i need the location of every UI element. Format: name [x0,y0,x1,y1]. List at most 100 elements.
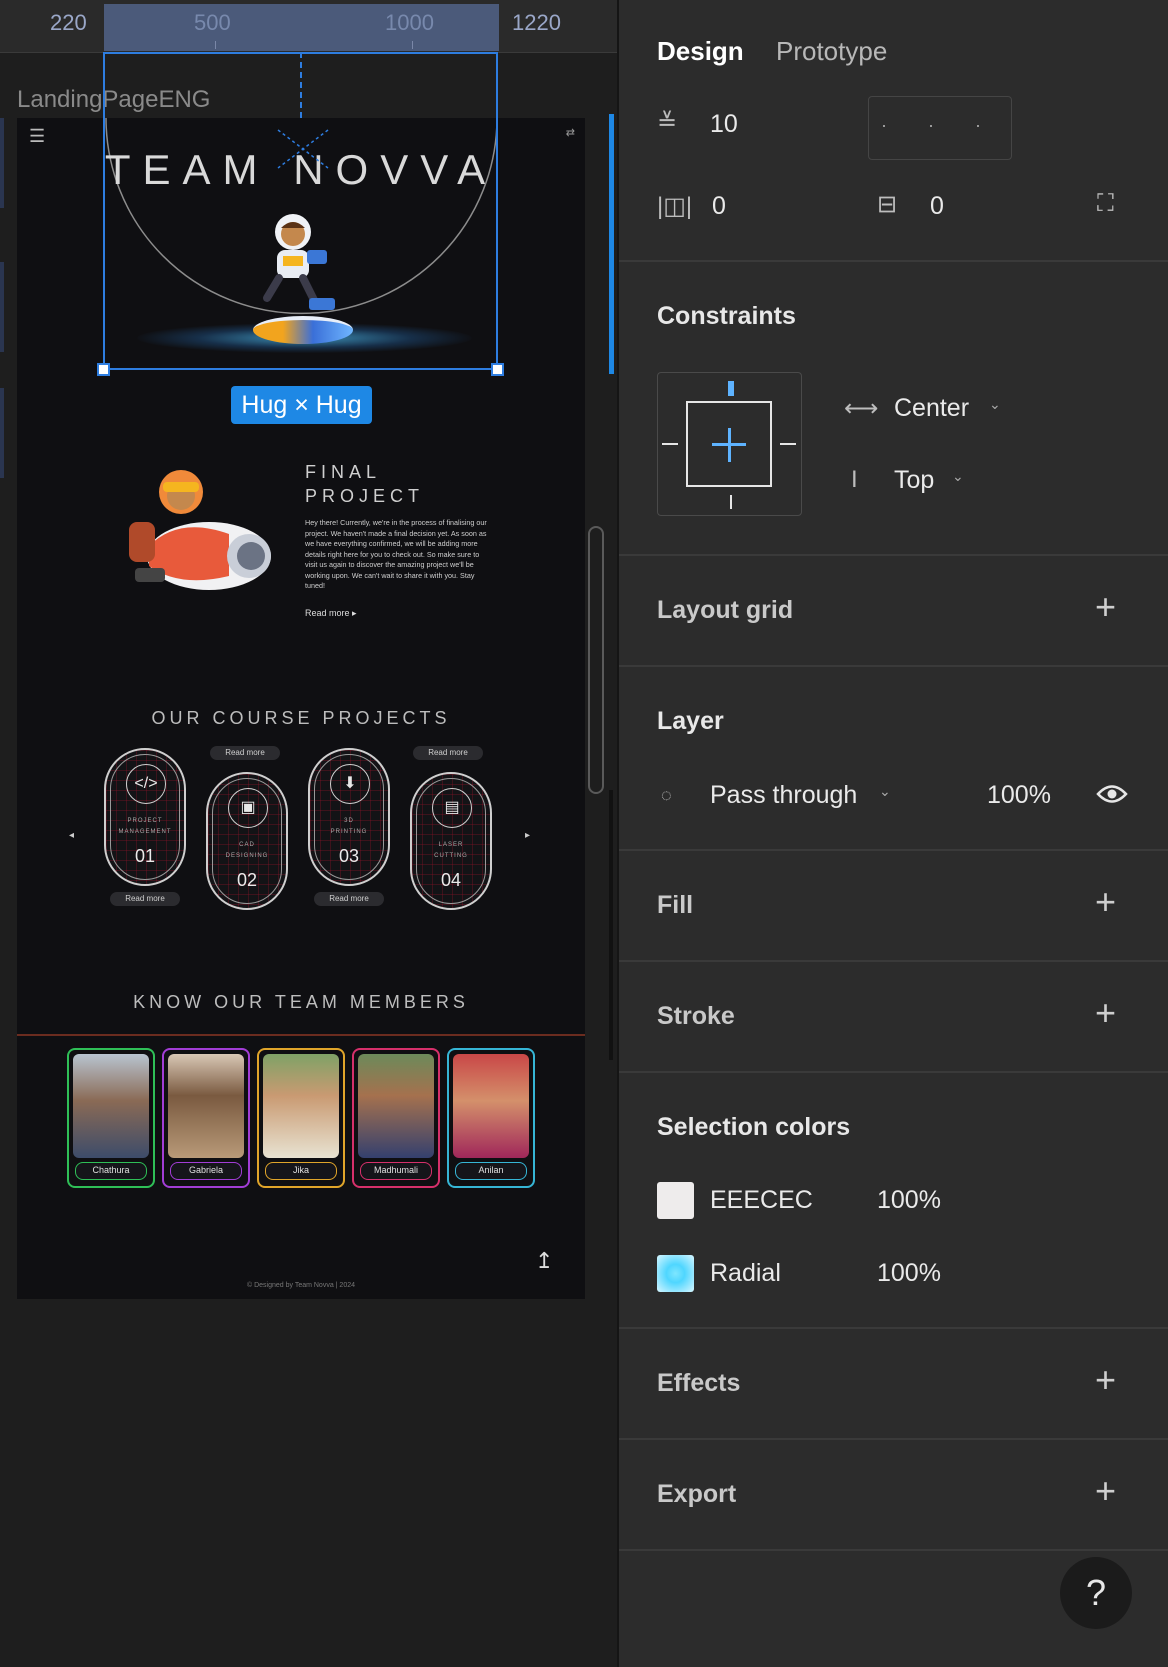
carousel-next-icon[interactable]: ▸ [525,830,530,841]
color-name[interactable]: EEECEC [710,1186,813,1215]
read-more-button[interactable]: Read more [314,892,384,906]
course-label-line: LASER [438,842,464,848]
course-label-line: 3D [344,818,354,824]
read-more-button[interactable]: Read more [210,746,280,760]
resize-icon[interactable]: ⛶ [1097,190,1114,218]
constraint-top-bar[interactable] [728,381,734,396]
course-card[interactable]: ▤ LASER CUTTING 04 [410,772,492,910]
member-name: Jika [265,1162,337,1180]
constraint-center-v[interactable] [728,428,731,462]
horizontal-padding-icon: |◫| [657,193,693,220]
color-opacity[interactable]: 100% [877,1259,941,1288]
code-icon: </> [126,764,166,804]
team-member-card[interactable]: Chathura [67,1048,155,1188]
color-name[interactable]: Radial [710,1259,781,1288]
team-member-card[interactable]: Madhumali [352,1048,440,1188]
member-photo [168,1054,244,1158]
add-effect-icon[interactable]: + [1095,1359,1116,1401]
scroll-top-icon[interactable]: ↥ [535,1248,553,1274]
course-label: PROJECT MANAGEMENT [106,816,184,838]
course-card[interactable]: ⬇ 3D PRINTING 03 [308,748,390,886]
menu-icon[interactable]: ☰ [29,126,45,147]
course-number: 01 [134,846,156,866]
layer-opacity-input[interactable]: 100% [987,781,1051,810]
course-label-line: CAD [239,842,255,848]
section-title: Constraints [657,302,796,330]
ruler-tick [412,41,413,49]
spacing-icon: ≚ [657,109,678,136]
rocket-character-image [129,470,271,590]
ruler-mark: 1000 [385,10,434,35]
visibility-eye-icon[interactable] [1096,783,1128,805]
course-number: 04 [440,870,462,890]
fill-section: Fill + [619,851,1168,962]
vertical-padding-input[interactable]: 0 [930,192,944,221]
team-member-card[interactable]: Jika [257,1048,345,1188]
course-label: LASER CUTTING [412,840,490,862]
size-hug-badge: Hug × Hug [231,386,372,424]
ruler-mark: 500 [194,10,231,35]
resize-handle-bottom-right[interactable] [491,363,504,376]
resize-handle-bottom-left[interactable] [97,363,110,376]
chevron-down-icon[interactable]: ⌄ [879,783,891,800]
course-number: 02 [236,870,258,890]
color-swatch-eeecec[interactable] [657,1182,694,1219]
carousel-prev-icon[interactable]: ◂ [69,830,74,841]
team-members-title: KNOW OUR TEAM MEMBERS [133,992,469,1012]
horizontal-constraint-select[interactable]: Center [894,394,969,423]
add-export-icon[interactable]: + [1095,1470,1116,1512]
add-layout-grid-icon[interactable]: + [1095,586,1116,628]
vertical-constraint-select[interactable]: Top [894,466,934,495]
add-stroke-icon[interactable]: + [1095,992,1116,1034]
blend-mode-icon: ◌ [661,785,672,805]
constraints-section: Constraints ⟷ Center ⌄ I Top ⌄ [619,262,1168,556]
constraint-widget[interactable] [657,372,802,516]
vertical-constraint-icon: I [851,466,858,493]
section-title: Selection colors [657,1113,851,1141]
selection-bounds[interactable] [103,52,498,370]
member-name: Gabriela [170,1162,242,1180]
read-more-button[interactable]: Read more [413,746,483,760]
horizontal-padding-input[interactable]: 0 [712,192,726,221]
add-fill-icon[interactable]: + [1095,881,1116,923]
course-label-line: CUTTING [434,853,468,859]
team-member-card[interactable]: Gabriela [162,1048,250,1188]
help-button[interactable]: ? [1060,1557,1132,1629]
member-name: Anilan [455,1162,527,1180]
vertical-ruler-ticks [0,118,4,478]
course-number: 03 [338,846,360,866]
member-photo [73,1054,149,1158]
translate-icon[interactable]: ⇄ [566,126,575,139]
course-card[interactable]: ▣ CAD DESIGNING 02 [206,772,288,910]
color-swatch-radial[interactable] [657,1255,694,1292]
constraint-bottom-bar[interactable] [730,495,732,509]
effects-section: Effects + [619,1329,1168,1440]
ruler-mark: 220 [50,10,87,35]
read-more-button[interactable]: Read more [110,892,180,906]
blend-mode-select[interactable]: Pass through [710,781,857,810]
color-opacity[interactable]: 100% [877,1186,941,1215]
horizontal-constraint-icon: ⟷ [844,395,879,422]
member-photo [453,1054,529,1158]
course-card[interactable]: </> PROJECT MANAGEMENT 01 [104,748,186,886]
course-label: CAD DESIGNING [208,840,286,862]
constraint-right-bar[interactable] [780,443,796,445]
course-label-line: MANAGEMENT [118,829,172,835]
frame-scrollbar[interactable] [588,526,604,794]
course-projects-title: OUR COURSE PROJECTS [151,708,451,728]
section-title: Fill [657,891,694,919]
design-canvas[interactable]: 220 500 1000 1220 LandingPageENG ☰ ⇄ TEA… [0,0,617,1667]
tab-design[interactable]: Design [657,36,744,67]
chevron-down-icon[interactable]: ⌄ [989,396,1001,413]
course-label-line: DESIGNING [225,853,269,859]
team-member-card[interactable]: Anilan [447,1048,535,1188]
ruler-tick [215,41,216,49]
course-label-line: PROJECT [127,818,163,824]
constraint-left-bar[interactable] [662,443,678,445]
tab-prototype[interactable]: Prototype [776,36,887,67]
read-more-link[interactable]: Read more ▸ [305,608,357,619]
chevron-down-icon[interactable]: ⌄ [952,468,964,485]
ruler-selection-range [104,4,499,51]
spacing-input[interactable]: 10 [710,110,738,139]
alignment-dots-control[interactable]: · · · [868,96,1012,160]
